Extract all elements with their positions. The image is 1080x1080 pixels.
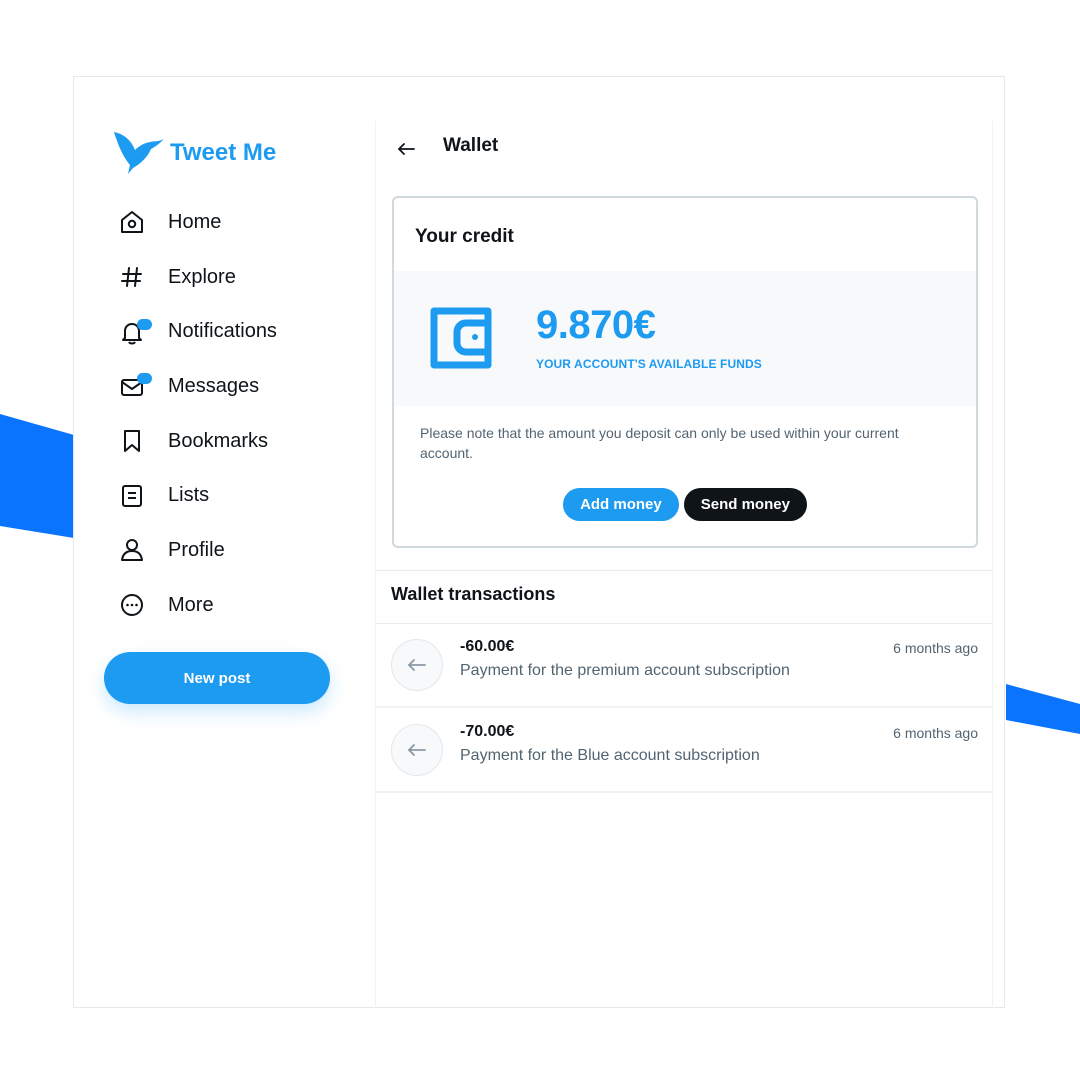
- transaction-row[interactable]: -70.00€ Payment for the Blue account sub…: [376, 708, 992, 793]
- arrow-left-icon: [391, 724, 443, 776]
- sidebar-item-label: Notifications: [168, 320, 277, 343]
- sidebar-item-messages[interactable]: Messages: [118, 359, 277, 414]
- sidebar: Tweet Me Home Explore Notifications Mess…: [74, 77, 375, 1007]
- app-name: Tweet Me: [170, 139, 277, 166]
- sidebar-item-bookmarks[interactable]: Bookmarks: [118, 414, 277, 469]
- more-circle-icon: [118, 591, 146, 619]
- transaction-amount: -70.00€: [460, 723, 515, 740]
- envelope-icon: [118, 372, 152, 400]
- notification-badge: [137, 318, 152, 330]
- transaction-time: 6 months ago: [893, 640, 978, 656]
- sidebar-item-label: Messages: [168, 374, 260, 397]
- message-badge: [137, 373, 152, 385]
- sidebar-item-label: Bookmarks: [168, 429, 269, 452]
- main-column: Wallet Your credit 9.870€ YOUR ACCOUNT'S…: [375, 121, 993, 1009]
- transaction-row[interactable]: -60.00€ Payment for the premium account …: [376, 623, 992, 708]
- wallet-actions: Add money Send money: [394, 488, 976, 521]
- logo[interactable]: Tweet Me: [114, 132, 276, 174]
- divider: [376, 570, 992, 571]
- credit-title: Your credit: [415, 226, 514, 247]
- sidebar-item-label: Lists: [168, 484, 210, 507]
- app-window: Tweet Me Home Explore Notifications Mess…: [73, 76, 1005, 1009]
- hummingbird-icon: [114, 132, 164, 174]
- sidebar-item-label: Home: [168, 210, 222, 233]
- transactions-list: -60.00€ Payment for the premium account …: [376, 623, 992, 793]
- sidebar-item-explore[interactable]: Explore: [118, 250, 277, 305]
- sidebar-item-more[interactable]: More: [118, 578, 277, 633]
- transaction-time: 6 months ago: [893, 725, 978, 741]
- list-icon: [118, 482, 146, 510]
- transactions-title: Wallet transactions: [391, 584, 556, 604]
- transaction-description: Payment for the Blue account subscriptio…: [460, 747, 760, 764]
- home-icon: [118, 208, 146, 236]
- sidebar-item-notifications[interactable]: Notifications: [118, 304, 277, 359]
- hashtag-icon: [118, 263, 146, 291]
- transaction-amount: -60.00€: [460, 638, 515, 655]
- balance-amount: 9.870€: [536, 303, 656, 347]
- new-post-button[interactable]: New post: [104, 652, 330, 704]
- decorative-right-stripe: [1006, 684, 1080, 734]
- balance-caption: YOUR ACCOUNT'S AVAILABLE FUNDS: [536, 357, 762, 371]
- sidebar-item-profile[interactable]: Profile: [118, 523, 277, 578]
- bookmark-icon: [118, 427, 146, 455]
- page-title: Wallet: [443, 135, 499, 156]
- funds-panel: 9.870€ YOUR ACCOUNT'S AVAILABLE FUNDS: [394, 271, 976, 406]
- arrow-left-icon[interactable]: [394, 137, 418, 161]
- page-header: Wallet: [376, 121, 992, 181]
- bell-icon: [118, 318, 152, 346]
- decorative-left-stripe: [0, 414, 74, 538]
- deposit-note: Please note that the amount you deposit …: [420, 425, 899, 461]
- wallet-icon: [430, 305, 498, 376]
- sidebar-item-home[interactable]: Home: [118, 195, 277, 250]
- sidebar-item-lists[interactable]: Lists: [118, 468, 277, 523]
- transaction-description: Payment for the premium account subscrip…: [460, 662, 790, 679]
- person-icon: [118, 536, 146, 564]
- sidebar-item-label: Profile: [168, 538, 225, 561]
- sidebar-item-label: Explore: [168, 265, 236, 288]
- credit-card: Your credit 9.870€ YOUR ACCOUNT'S AVAILA…: [392, 196, 978, 548]
- sidebar-item-label: More: [168, 593, 214, 616]
- arrow-left-icon: [391, 639, 443, 691]
- send-money-button[interactable]: Send money: [683, 488, 807, 521]
- add-money-button[interactable]: Add money: [563, 488, 679, 521]
- sidebar-nav: Home Explore Notifications Messages Book…: [118, 195, 277, 633]
